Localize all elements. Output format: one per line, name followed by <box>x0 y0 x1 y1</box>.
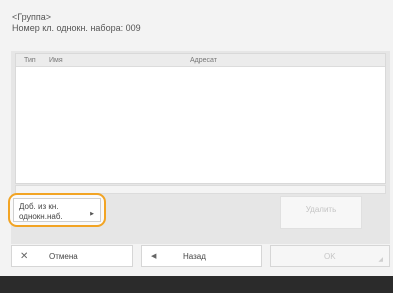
back-label: Назад <box>183 252 206 261</box>
list-header: Тип Имя Адресат <box>16 54 385 67</box>
add-from-speed-dial-button[interactable]: Доб. из кн. однокн.наб. ▶ <box>8 193 106 227</box>
back-button[interactable]: ◀ Назад <box>141 245 262 267</box>
ok-button[interactable]: OK ◢ <box>270 245 390 267</box>
header: <Группа> Номер кл. однокн. набора: 009 <box>12 12 141 34</box>
destination-panel: Тип Имя Адресат Доб. из кн. однокн.наб. … <box>8 51 390 244</box>
delete-button[interactable]: Удалить <box>280 196 362 229</box>
corner-mark-icon: ◢ <box>378 257 383 263</box>
close-icon: ✕ <box>20 251 29 262</box>
group-label: <Группа> <box>12 12 52 22</box>
cancel-button[interactable]: ✕ Отмена <box>11 245 133 267</box>
chevron-right-icon: ▶ <box>90 211 94 217</box>
column-name: Имя <box>49 57 63 64</box>
column-address: Адресат <box>190 57 217 64</box>
add-from-speed-dial-label: Доб. из кн. однокн.наб. <box>19 202 63 221</box>
destination-list[interactable]: Тип Имя Адресат <box>15 53 386 184</box>
arrow-left-icon: ◀ <box>151 253 157 260</box>
bottom-bar <box>0 276 393 293</box>
cancel-label: Отмена <box>49 252 78 261</box>
delete-label: Удалить <box>305 205 337 214</box>
column-type: Тип <box>24 57 36 64</box>
ok-label: OK <box>324 252 336 261</box>
speed-dial-number: Номер кл. однокн. набора: 009 <box>12 23 141 33</box>
